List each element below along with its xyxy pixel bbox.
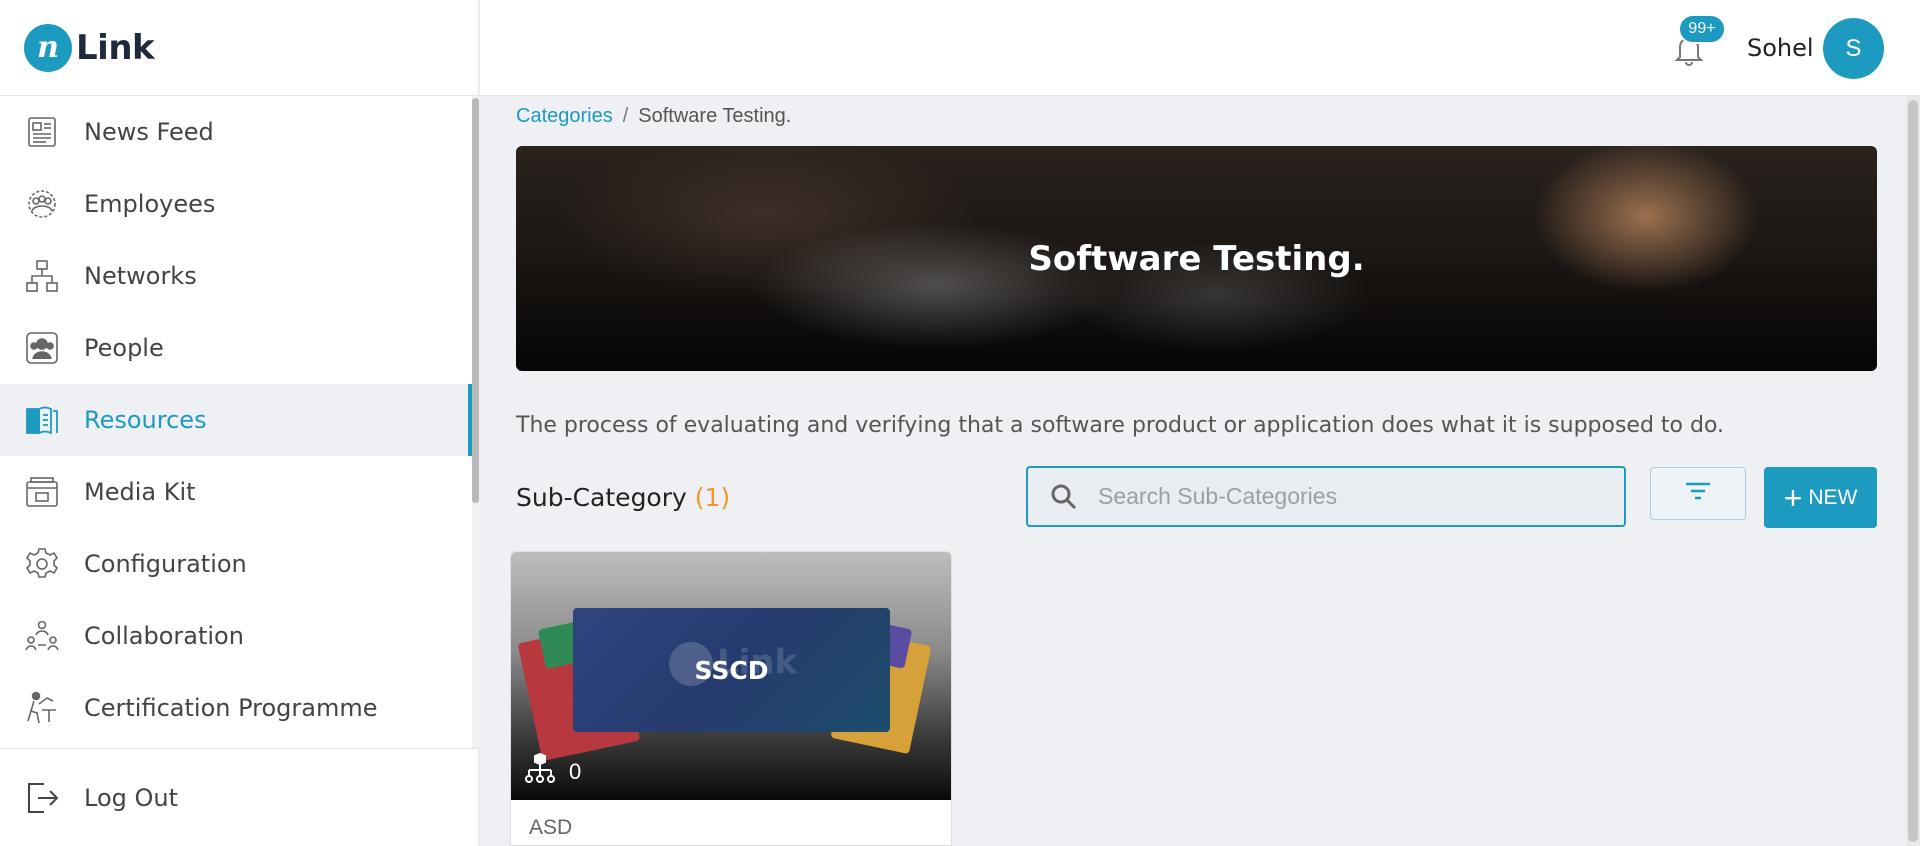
category-description: The process of evaluating and verifying … (516, 413, 1725, 438)
filter-button[interactable] (1650, 467, 1746, 520)
sidebar-item-configuration[interactable]: Configuration (0, 528, 472, 600)
employees-icon (24, 186, 60, 222)
search-input[interactable] (1098, 483, 1598, 510)
sidebar-item-label: Employees (84, 190, 216, 218)
sidebar-item-networks[interactable]: Networks (0, 240, 472, 312)
breadcrumb-current: Software Testing. (638, 105, 792, 127)
sidebar-item-label: Configuration (84, 550, 247, 578)
breadcrumb: Categories / Software Testing. (516, 105, 791, 128)
search-box (1026, 466, 1626, 527)
sidebar-item-collaboration[interactable]: Collaboration (0, 600, 472, 672)
collaboration-icon (24, 618, 60, 654)
subcategory-heading: Sub-Category (1) (516, 483, 730, 512)
sidebar-item-label: Resources (84, 406, 207, 434)
newspaper-icon (24, 114, 60, 150)
sidebar-scrollbar[interactable] (472, 96, 479, 748)
avatar[interactable]: S (1823, 18, 1884, 79)
logo-text: Link (76, 27, 155, 68)
sidebar-item-label: Media Kit (84, 478, 196, 506)
sidebar-item-label: Certification Programme (84, 694, 378, 722)
sidebar-item-employees[interactable]: Employees (0, 168, 472, 240)
banner-title: Software Testing. (1028, 238, 1365, 279)
card-footer-text: ASD (529, 816, 573, 839)
logout-label: Log Out (84, 783, 179, 812)
gear-icon (24, 546, 60, 582)
card-member-count: 0 (569, 758, 582, 784)
sidebar-item-news-feed[interactable]: News Feed (0, 96, 472, 168)
people-icon (24, 330, 60, 366)
breadcrumb-separator: / (622, 105, 629, 127)
subcategory-title: Sub-Category (516, 483, 687, 512)
user-name[interactable]: Sohel (1747, 34, 1814, 62)
notification-badge: 99+ (1678, 14, 1726, 44)
filter-icon (1683, 479, 1713, 508)
category-banner: Software Testing. (516, 146, 1877, 371)
search-icon (1050, 483, 1078, 511)
sidebar: n Link News Feed Employees Networks Peop… (0, 0, 479, 846)
hierarchy-icon (523, 752, 557, 791)
breadcrumb-categories-link[interactable]: Categories (516, 105, 613, 127)
subcategory-card[interactable]: Link SSCD 0 ASD (510, 551, 952, 846)
sidebar-nav: News Feed Employees Networks People Reso… (0, 96, 472, 748)
sidebar-item-label: News Feed (84, 118, 214, 146)
subcategory-count: (1) (694, 483, 731, 512)
new-button-label: NEW (1808, 485, 1858, 509)
book-icon (24, 402, 60, 438)
card-stats: 0 (523, 752, 581, 791)
sidebar-item-certification[interactable]: Certification Programme (0, 672, 472, 744)
card-thumbnail: Link SSCD 0 (511, 552, 951, 800)
logo-mark: n (24, 23, 72, 72)
sidebar-item-media-kit[interactable]: Media Kit (0, 456, 472, 528)
card-title: SSCD (694, 655, 769, 685)
sidebar-scroll-thumb[interactable] (472, 98, 479, 503)
app-logo[interactable]: n Link (0, 0, 478, 96)
network-icon (24, 258, 60, 294)
sidebar-item-label: Networks (84, 262, 197, 290)
certification-icon (24, 690, 60, 726)
plus-icon: + (1783, 479, 1803, 516)
top-bar: 99+ Sohel S (480, 0, 1920, 96)
main-scroll-thumb[interactable] (1908, 100, 1918, 842)
sidebar-item-label: People (84, 334, 164, 362)
logout-button[interactable]: Log Out (0, 748, 479, 846)
sidebar-item-people[interactable]: People (0, 312, 472, 384)
new-subcategory-button[interactable]: + NEW (1764, 467, 1877, 528)
main-scrollbar[interactable] (1906, 96, 1920, 846)
card-panel: Link SSCD (573, 608, 890, 732)
media-kit-icon (24, 474, 60, 510)
logout-icon (24, 780, 60, 816)
sidebar-item-resources[interactable]: Resources (0, 384, 472, 456)
sidebar-item-label: Collaboration (84, 622, 244, 650)
